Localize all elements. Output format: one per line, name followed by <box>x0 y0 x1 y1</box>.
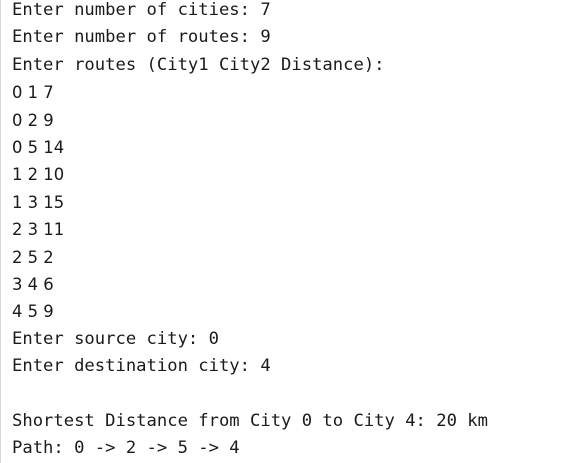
path-result: Path: 0 -> 2 -> 5 -> 4 <box>12 438 240 459</box>
prompt-cities: Enter number of cities: 7 <box>12 0 271 20</box>
route-entry: 2 3 11 <box>12 220 65 240</box>
route-entry: 3 4 6 <box>12 274 54 294</box>
prompt-source-city: Enter source city: 0 <box>12 328 219 349</box>
route-entry: 4 5 9 <box>12 302 54 322</box>
shortest-distance-result: Shortest Distance from City 0 to City 4:… <box>12 410 488 431</box>
prompt-routes: Enter number of routes: 9 <box>12 27 271 48</box>
route-entry: 1 3 15 <box>12 192 65 212</box>
console-output[interactable]: Enter number of cities: 7 Enter number o… <box>0 0 566 463</box>
console-lines: Enter number of cities: 7 Enter number o… <box>12 0 488 463</box>
route-entry: 1 2 10 <box>12 165 65 185</box>
prompt-destination-city: Enter destination city: 4 <box>12 356 271 377</box>
blank-line <box>12 380 488 407</box>
route-entry: 0 1 7 <box>12 83 54 103</box>
route-entry: 2 5 2 <box>12 247 54 267</box>
route-entry: 0 2 9 <box>12 110 54 130</box>
route-entry: 0 5 14 <box>12 137 65 157</box>
prompt-route-entries: Enter routes (City1 City2 Distance): <box>12 54 385 75</box>
